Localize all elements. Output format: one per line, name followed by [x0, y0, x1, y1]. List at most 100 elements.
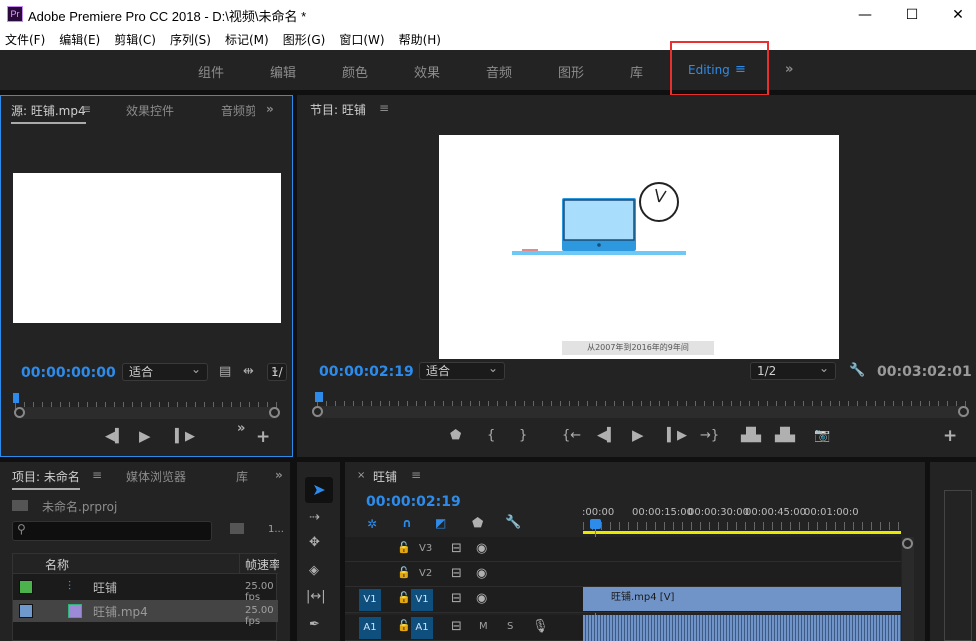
audio-clip[interactable] [583, 615, 901, 641]
tab-program[interactable]: 节目: 旺铺 [310, 101, 366, 118]
menu-file[interactable]: 文件(F) [5, 30, 45, 50]
eye-icon[interactable]: ◉ [476, 566, 487, 581]
tab-source[interactable]: 源: 旺铺.mp4 [11, 102, 86, 124]
menu-edit[interactable]: 编辑(E) [59, 30, 100, 50]
workspace-color[interactable]: 颜色 [342, 62, 368, 81]
program-timecode[interactable]: 00:00:02:19 [319, 364, 414, 380]
filmstrip-icon[interactable]: ▤ [219, 364, 231, 379]
track-target-v1[interactable]: V1 [411, 589, 433, 611]
tab-sequence[interactable]: 旺铺 [373, 468, 397, 485]
step-forward-icon[interactable]: ▍▶ [175, 429, 195, 444]
eye-icon[interactable]: ◉ [476, 541, 487, 556]
program-resolution-select[interactable]: 1/2 [750, 360, 836, 380]
work-area-bar[interactable] [583, 531, 901, 534]
more-tabs-icon[interactable]: » [275, 468, 283, 482]
folder-up-icon[interactable] [12, 500, 28, 511]
go-to-out-icon[interactable]: →} [700, 428, 719, 443]
source-resolution-select[interactable]: 1/ [267, 361, 287, 381]
track-label[interactable]: V3 [419, 543, 432, 554]
source-patch-a1[interactable]: A1 [359, 617, 381, 639]
go-to-in-icon[interactable]: {← [562, 428, 581, 443]
nest-icon[interactable]: ✲ [367, 517, 377, 531]
menu-icon[interactable]: ≡ [379, 101, 389, 115]
video-clip[interactable]: 旺铺.mp4 [V] [583, 587, 901, 611]
menu-help[interactable]: 帮助(H) [399, 30, 441, 50]
close-button[interactable]: ✕ [943, 4, 973, 26]
tab-libraries[interactable]: 库 [236, 468, 248, 485]
pen-tool-icon[interactable]: ✒ [309, 617, 320, 632]
audio-waveform-icon[interactable]: ⇹ [243, 364, 254, 379]
scroll-handle-right[interactable] [269, 407, 280, 418]
program-zoom-select[interactable]: 适合 [419, 360, 505, 380]
mark-out-icon[interactable]: } [519, 428, 527, 443]
scroll-handle-right[interactable] [958, 406, 969, 417]
label-color-swatch[interactable] [19, 604, 33, 618]
project-search-input[interactable]: ⚲ [12, 521, 212, 541]
maximize-button[interactable]: ☐ [897, 4, 927, 26]
close-tab-icon[interactable]: × [357, 470, 365, 481]
lock-icon[interactable]: 🔓 [397, 619, 411, 632]
extract-icon[interactable]: ▟▙ [775, 428, 795, 443]
workspace-audio[interactable]: 音频 [486, 62, 512, 81]
source-zoom-select[interactable]: 适合 [122, 361, 208, 381]
scroll-handle-left[interactable] [312, 406, 323, 417]
source-patch-v1[interactable]: V1 [359, 589, 381, 611]
workspace-libraries[interactable]: 库 [630, 62, 643, 81]
workspace-effects[interactable]: 效果 [414, 62, 440, 81]
tab-project[interactable]: 项目: 未命名 [12, 468, 80, 490]
add-marker-icon[interactable]: ⬟ [450, 428, 461, 443]
workspace-assembly[interactable]: 组件 [198, 62, 224, 81]
menu-marker[interactable]: 标记(M) [225, 30, 269, 50]
play-icon[interactable]: ▶ [632, 426, 644, 444]
play-icon[interactable]: ▶ [139, 427, 151, 445]
more-controls-icon[interactable]: » [237, 421, 245, 436]
mute-button[interactable]: M [479, 621, 488, 632]
timeline-playhead[interactable] [590, 519, 601, 529]
solo-button[interactable]: S [507, 621, 513, 632]
program-playhead[interactable] [315, 392, 323, 402]
linked-selection-icon[interactable]: ◩ [435, 516, 446, 530]
timeline-ruler[interactable] [583, 522, 901, 530]
microphone-icon[interactable]: 🎙 [532, 619, 549, 634]
workspace-editing-cn[interactable]: 编辑 [270, 62, 296, 81]
eye-icon[interactable]: ◉ [476, 591, 487, 606]
snap-magnet-icon[interactable]: ∩ [402, 516, 412, 530]
track-target-a1[interactable]: A1 [411, 617, 433, 639]
find-icon[interactable] [230, 523, 244, 534]
wrench-icon[interactable]: 🔧 [849, 363, 865, 378]
column-name[interactable]: 名称 [45, 556, 69, 573]
sync-lock-icon[interactable]: ⊟ [451, 619, 462, 634]
export-frame-camera-icon[interactable]: 📷 [814, 428, 830, 443]
step-back-icon[interactable]: ◀▍ [597, 428, 617, 443]
program-zoom-scrollbar[interactable] [313, 406, 969, 418]
selection-tool-icon[interactable]: ➤ [305, 477, 333, 503]
sync-lock-icon[interactable]: ⊟ [451, 541, 462, 556]
lock-icon[interactable]: 🔓 [397, 541, 411, 554]
slip-tool-icon[interactable]: |↔| [306, 589, 326, 604]
menu-sequence[interactable]: 序列(S) [170, 30, 211, 50]
source-zoom-scrollbar[interactable] [15, 407, 280, 419]
mark-in-icon[interactable]: { [487, 428, 495, 443]
source-playhead[interactable] [13, 393, 19, 403]
tab-media-browser[interactable]: 媒体浏览器 [126, 468, 186, 485]
menu-icon[interactable]: ≡ [81, 102, 91, 116]
source-timecode[interactable]: 00:00:00:00 [21, 365, 116, 381]
list-item[interactable]: 旺铺.mp4 25.00 fps [13, 600, 278, 627]
scroll-handle[interactable] [902, 538, 913, 549]
sync-lock-icon[interactable]: ⊟ [451, 591, 462, 606]
lift-icon[interactable]: ▟▙ [741, 428, 761, 443]
label-color-swatch[interactable] [19, 580, 33, 594]
add-button-icon[interactable]: + [943, 426, 957, 446]
column-frame-rate[interactable]: 帧速率 [239, 554, 279, 574]
step-back-icon[interactable]: ◀▍ [105, 429, 125, 444]
workspace-graphics[interactable]: 图形 [558, 62, 584, 81]
menu-icon[interactable]: ≡ [92, 468, 102, 482]
track-label[interactable]: V2 [419, 568, 432, 579]
razor-tool-icon[interactable]: ◈ [309, 563, 319, 578]
ripple-edit-tool-icon[interactable]: ✥ [309, 535, 320, 550]
add-marker-icon[interactable]: ⬟ [472, 516, 483, 531]
tab-audio-mixer[interactable]: 音频剪 [221, 102, 255, 119]
menu-clip[interactable]: 剪辑(C) [114, 30, 156, 50]
timeline-settings-wrench-icon[interactable]: 🔧 [505, 515, 521, 530]
scroll-handle-left[interactable] [14, 407, 25, 418]
